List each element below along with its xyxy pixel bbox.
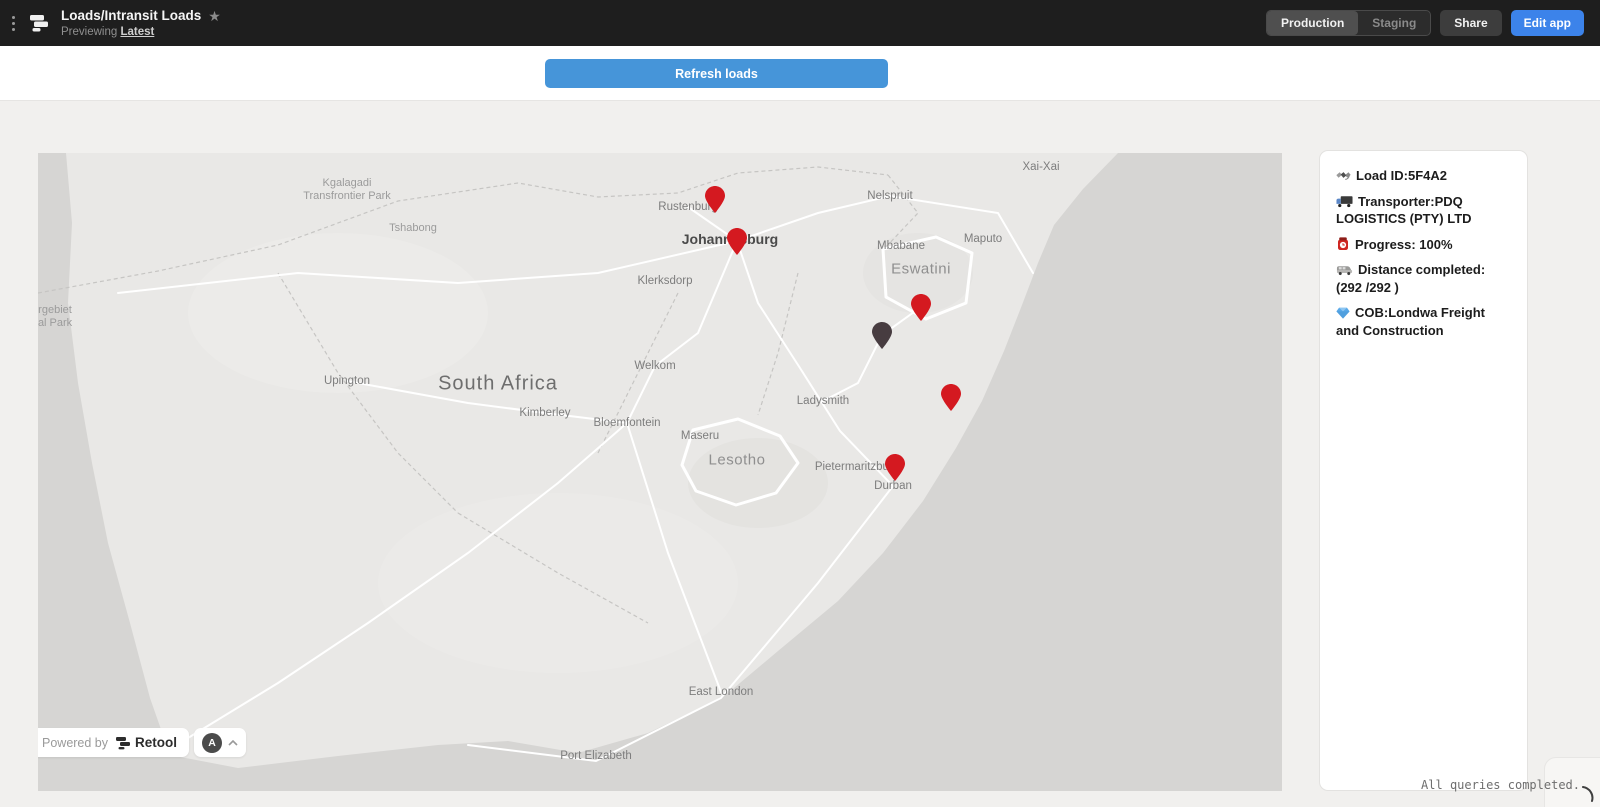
map-marker[interactable] (727, 228, 747, 255)
map-marker[interactable] (941, 384, 961, 411)
satellite-icon (1336, 168, 1351, 182)
corner-arc-icon (1579, 786, 1597, 804)
production-tab[interactable]: Production (1267, 11, 1358, 35)
gem-icon (1336, 307, 1350, 319)
user-menu[interactable]: A (194, 728, 246, 757)
app-header: Loads/Intransit Loads ★ Previewing Lates… (0, 0, 1600, 46)
app-title: Loads/Intransit Loads (61, 8, 201, 23)
map-attribution: Powered by Retool A (38, 728, 246, 757)
retool-mark-icon (115, 736, 131, 750)
map-canvas[interactable]: Powered by Retool A KgalagadiTransfronti… (38, 153, 1282, 791)
share-button[interactable]: Share (1440, 10, 1501, 36)
refresh-loads-button[interactable]: Refresh loads (545, 59, 888, 88)
progress-text: Progress: 100% (1355, 237, 1453, 252)
avatar[interactable]: A (202, 733, 222, 753)
map-background (38, 153, 1282, 791)
truck-icon (1336, 195, 1353, 208)
retool-brand-label: Retool (135, 735, 177, 750)
map-marker[interactable] (872, 322, 892, 349)
cob-row: COB:Londwa Freight and Construction (1336, 304, 1511, 339)
retool-logo-icon[interactable] (27, 13, 49, 33)
transporter-text: Transporter:PDQ LOGISTICS (PTY) LTD (1336, 194, 1472, 227)
cob-text: COB:Londwa Freight and Construction (1336, 305, 1485, 338)
map-marker[interactable] (705, 186, 725, 213)
load-id-text: Load ID:5F4A2 (1356, 168, 1447, 183)
map-marker[interactable] (911, 294, 931, 321)
load-id-row: Load ID:5F4A2 (1336, 167, 1511, 185)
map-marker[interactable] (885, 454, 905, 481)
previewing-row: Previewing Latest (61, 26, 221, 38)
environment-toggle: Production Staging (1266, 10, 1431, 36)
previewing-label: Previewing (61, 26, 117, 38)
distance-text: Distance completed: (292 /292 ) (1336, 262, 1485, 295)
transporter-row: Transporter:PDQ LOGISTICS (PTY) LTD (1336, 193, 1511, 228)
chevron-up-icon[interactable] (228, 740, 238, 746)
top-toolbar: Refresh loads (0, 46, 1600, 101)
edit-app-button[interactable]: Edit app (1511, 10, 1584, 36)
status-toast: All queries completed. (1421, 778, 1580, 792)
powered-by-label: Powered by (42, 736, 108, 750)
star-icon[interactable]: ★ (208, 9, 221, 23)
powered-by-badge[interactable]: Powered by Retool (38, 728, 189, 757)
van-icon (1336, 263, 1353, 276)
alarm-clock-icon (1336, 237, 1350, 251)
progress-row: Progress: 100% (1336, 236, 1511, 254)
load-details-card: Load ID:5F4A2 Transporter:PDQ LOGISTICS … (1319, 150, 1528, 791)
kebab-menu-icon[interactable] (10, 12, 17, 35)
distance-row: Distance completed: (292 /292 ) (1336, 261, 1511, 296)
previewing-version-link[interactable]: Latest (120, 26, 154, 38)
staging-tab[interactable]: Staging (1358, 11, 1430, 35)
